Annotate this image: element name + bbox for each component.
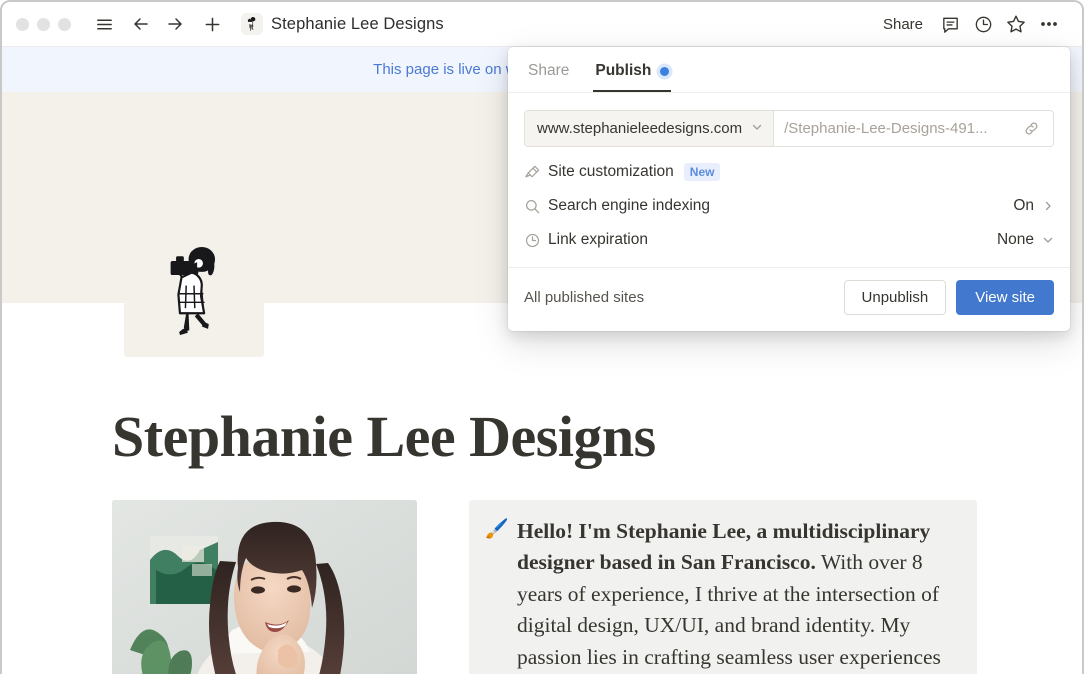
star-icon[interactable] <box>1001 9 1031 39</box>
domain-value: www.stephanieleedesigns.com <box>537 120 742 137</box>
app-window: Stephanie Lee Designs Share <box>0 0 1084 674</box>
view-site-button[interactable]: View site <box>956 280 1054 315</box>
callout-text: Hello! I'm Stephanie Lee, a multidiscipl… <box>517 516 961 665</box>
page-icon[interactable] <box>124 217 264 357</box>
window-title: Stephanie Lee Designs <box>271 15 444 34</box>
link-icon[interactable] <box>1019 111 1043 146</box>
row-search-engine-indexing-value: On <box>1013 197 1034 215</box>
domain-selector[interactable]: www.stephanieleedesigns.com <box>525 111 774 146</box>
row-search-engine-indexing-label: Search engine indexing <box>548 197 710 215</box>
new-badge: New <box>684 163 721 181</box>
plus-icon[interactable] <box>199 11 225 37</box>
chevron-down-icon <box>751 120 763 138</box>
arrow-right-icon[interactable] <box>162 11 188 37</box>
publish-status-dot <box>660 67 669 76</box>
site-path-value: /Stephanie-Lee-Designs-491... <box>784 120 1019 137</box>
chevron-right-icon <box>1042 200 1054 212</box>
tab-publish[interactable]: Publish <box>593 62 671 92</box>
ellipsis-icon[interactable] <box>1034 9 1064 39</box>
row-link-expiration[interactable]: Link expiration None <box>524 223 1054 257</box>
chevron-down-icon <box>1042 234 1054 246</box>
paintbrush-emoji-icon: 🖌️ <box>485 516 507 665</box>
comment-icon[interactable] <box>935 9 965 39</box>
tab-share-label: Share <box>528 62 569 80</box>
paintbrush-icon <box>524 164 548 181</box>
popover-tabs: Share Publish <box>508 47 1070 93</box>
tab-share[interactable]: Share <box>526 62 571 92</box>
favicon <box>241 13 263 35</box>
close-button[interactable] <box>16 18 29 31</box>
popover-footer-buttons: Unpublish View site <box>844 280 1054 315</box>
titlebar: Stephanie Lee Designs Share <box>2 2 1082 47</box>
titlebar-actions: Share <box>874 9 1064 39</box>
minimize-button[interactable] <box>37 18 50 31</box>
publish-popover: Share Publish www.stephanieleedesigns.co… <box>508 47 1070 331</box>
tab-publish-label: Publish <box>595 62 651 80</box>
all-published-sites-link[interactable]: All published sites <box>524 289 644 306</box>
row-site-customization[interactable]: Site customization New <box>524 155 1054 189</box>
hamburger-icon[interactable] <box>91 11 117 37</box>
portrait-photo-image <box>112 500 417 674</box>
clock-icon[interactable] <box>968 9 998 39</box>
search-icon <box>524 198 548 215</box>
share-button[interactable]: Share <box>874 12 932 37</box>
row-link-expiration-value-group[interactable]: None <box>997 231 1054 249</box>
row-link-expiration-value: None <box>997 231 1034 249</box>
popover-footer: All published sites Unpublish View site <box>508 267 1070 331</box>
window-controls[interactable] <box>16 18 71 31</box>
site-url-row: www.stephanieleedesigns.com /Stephanie-L… <box>524 110 1054 147</box>
callout-block[interactable]: 🖌️ Hello! I'm Stephanie Lee, a multidisc… <box>469 500 977 674</box>
site-path-input[interactable]: /Stephanie-Lee-Designs-491... <box>774 111 1053 146</box>
arrow-left-icon[interactable] <box>128 11 154 37</box>
unpublish-button[interactable]: Unpublish <box>844 280 947 315</box>
zoom-button[interactable] <box>58 18 71 31</box>
portrait-photo[interactable] <box>112 500 417 674</box>
row-site-customization-label: Site customization <box>548 163 674 181</box>
content-columns: 🖌️ Hello! I'm Stephanie Lee, a multidisc… <box>112 500 977 674</box>
clock-icon <box>524 232 548 249</box>
publish-settings-list: Site customization New Search engine ind… <box>508 147 1070 261</box>
row-search-engine-indexing[interactable]: Search engine indexing On <box>524 189 1054 223</box>
row-search-engine-indexing-value-group[interactable]: On <box>1013 197 1054 215</box>
page-title[interactable]: Stephanie Lee Designs <box>112 405 656 469</box>
row-link-expiration-label: Link expiration <box>548 231 648 249</box>
